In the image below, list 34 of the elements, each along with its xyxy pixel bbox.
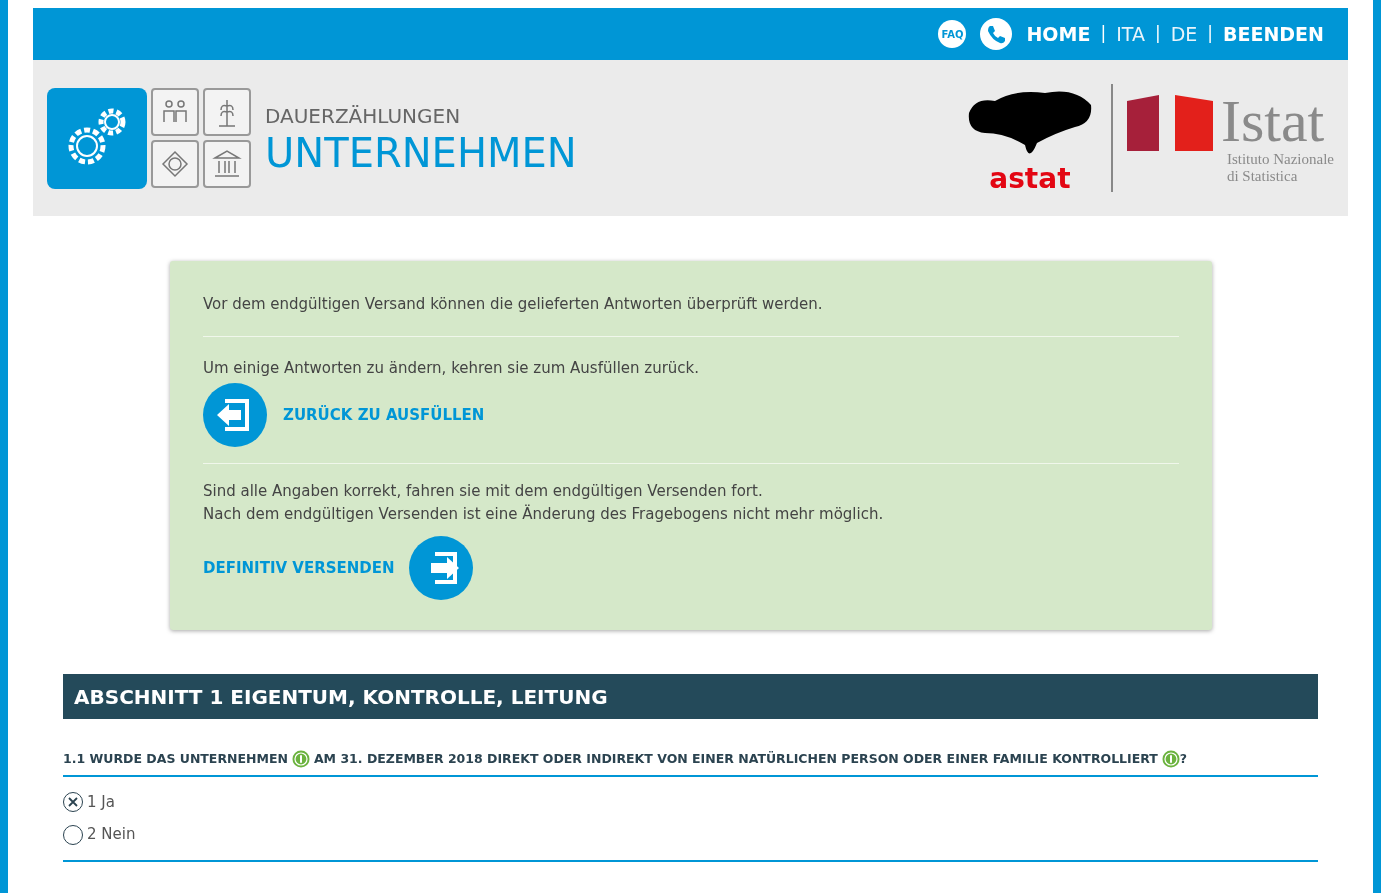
- notice-text: Vor dem endgültigen Versand können die gelieferten Antworten überprüft werden.: [203, 294, 824, 315]
- nav-link[interactable]: ITA: [1116, 19, 1145, 49]
- istat-mark-icon: [1126, 95, 1213, 151]
- nav-link[interactable]: HOME: [1026, 19, 1091, 49]
- nav-link[interactable]: BEENDEN: [1223, 19, 1324, 49]
- notice-text: Um einige Antworten zu ändern, kehren sie zum Ausfüllen zurück.: [203, 357, 701, 379]
- gears-icon: [47, 87, 147, 189]
- radio-option[interactable]: 1 Ja: [63, 790, 115, 814]
- istat-logo: Istat: [1220, 91, 1325, 151]
- question-text: 1.1 WURDE DAS UNTERNEHMEN: [63, 750, 288, 768]
- nav-separator: |: [1207, 22, 1213, 46]
- question-text: ?: [1179, 750, 1188, 768]
- phone-icon[interactable]: [980, 18, 1013, 50]
- section-header: ABSCHNITT 1 EIGENTUM, KONTROLLE, LEITUNG: [63, 674, 1318, 719]
- cross-mark-icon: [68, 797, 78, 807]
- nav-separator: |: [1154, 22, 1161, 46]
- notice-text: Sind alle Angaben korrekt, fahren sie mit dem endgültigen Versenden fort.: [203, 481, 764, 502]
- astat-logo: astat: [989, 165, 1071, 193]
- people-icon: [151, 88, 199, 136]
- faq-icon[interactable]: FAQ: [938, 20, 967, 48]
- istat-tagline: di Statistica: [1226, 168, 1299, 185]
- nav-separator: |: [1100, 22, 1107, 46]
- subtitle: DAUERZÄHLUNGEN: [265, 103, 462, 130]
- back-to-fill-button[interactable]: ZURÜCK ZU AUSFÜLLEN: [203, 383, 1179, 447]
- question-text: AM 31. DEZEMBER 2018 DIREKT ODER INDIREKT VON EINER NATÜRLICHEN PERSON ODER EINER FAMILIE KONTROLLIERT: [313, 750, 1158, 768]
- istat-tagline: Istituto Nazionale: [1226, 151, 1334, 168]
- notice-text: Nach dem endgültigen Versenden ist eine Änderung des Fragebogens nicht mehr möglich.: [203, 503, 885, 525]
- bank-icon: [203, 140, 251, 188]
- info-icon[interactable]: [291, 750, 310, 769]
- submit-final-button[interactable]: DEFINITIV VERSENDEN: [203, 536, 1179, 600]
- radio-option[interactable]: 2 Nein: [63, 823, 136, 846]
- info-icon[interactable]: [1161, 750, 1180, 769]
- title: UNTERNEHMEN: [265, 131, 577, 175]
- nav-link[interactable]: DE: [1170, 19, 1198, 49]
